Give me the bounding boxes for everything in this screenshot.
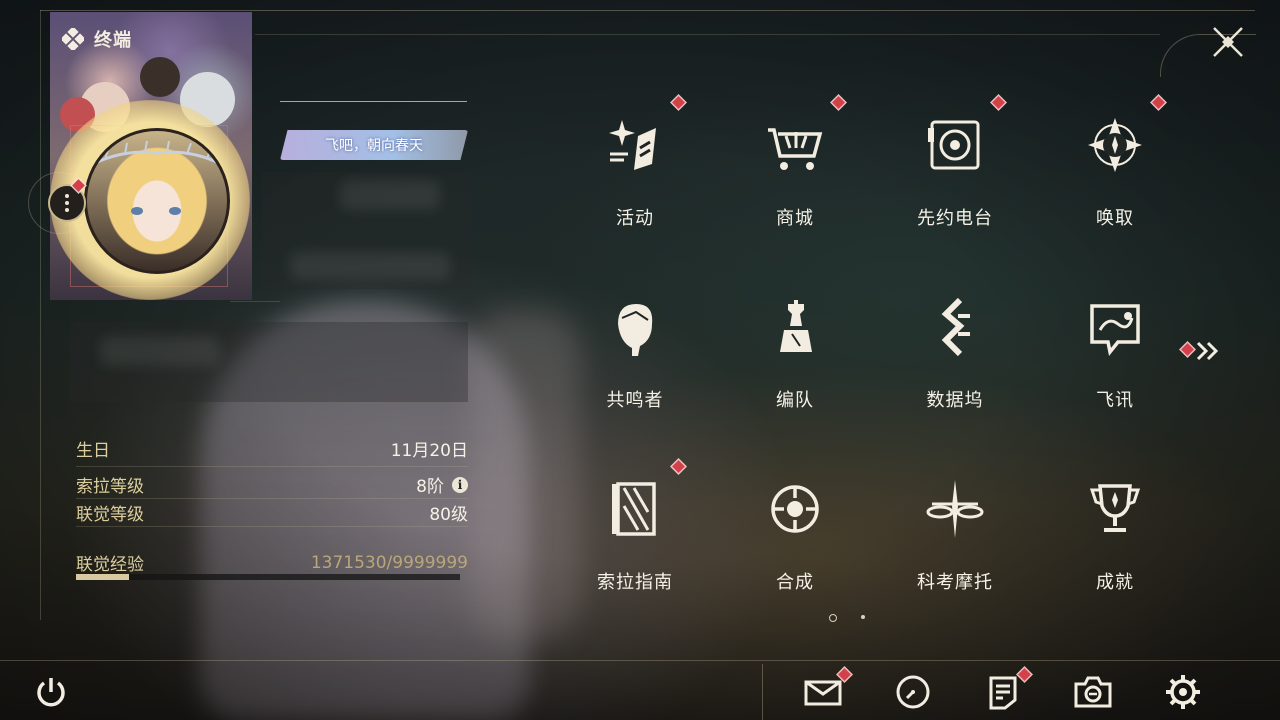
exp-progress-bar [76,574,460,580]
page-title: 终端 [94,30,132,51]
radio-speaker-icon [928,120,980,170]
exp-value: 1371530/9999999 [310,552,468,573]
menu-item-label: 索拉指南 [597,572,673,593]
menu-item-synthesis[interactable]: 合成 [715,464,875,604]
menu-item-shop[interactable]: 商城 [715,96,875,240]
menu-item-summon[interactable]: 唤取 [1035,96,1195,240]
menu-item-label: 数据坞 [926,390,984,411]
trophy-icon [1089,484,1141,532]
menu-item-resonators[interactable]: 共鸣者 [555,282,715,422]
menu-item-label: 合成 [776,572,814,593]
synthesis-orb-icon [771,485,819,533]
sola-level-row: 索拉等级 8阶 i [76,472,468,497]
exp-progress-fill [76,574,129,580]
close-x-icon[interactable] [1208,22,1248,62]
diamond-cluster-icon [62,28,84,50]
data-bank-icon [941,297,970,357]
menu-item-achievements[interactable]: 成就 [1035,464,1195,604]
mail-icon[interactable] [803,672,843,712]
signature-blurred-text [100,336,220,366]
camera-icon[interactable] [1073,672,1113,712]
info-icon[interactable]: i [452,476,468,493]
birthday-row: 生日 11月20日 [76,436,468,461]
chess-team-icon [780,300,812,352]
profile-divider [230,301,280,302]
stats-divider [76,526,468,527]
page-indicator-dot-active[interactable] [829,614,837,622]
profile-title-plate[interactable]: 飞吧，朝向春天 [280,130,468,160]
birthday-value: 11月20日 [390,441,468,461]
menu-item-label: 唤取 [1096,208,1134,229]
menu-item-data-bank[interactable]: 数据坞 [875,282,1035,422]
menu-item-label: 共鸣者 [606,390,664,411]
menu-item-events[interactable]: 活动 [555,96,715,240]
menu-item-label: 成就 [1096,572,1134,593]
menu-item-label: 飞讯 [1096,390,1134,411]
chat-message-icon [1090,304,1140,357]
avatar[interactable] [84,128,230,274]
sparkle-events-icon [609,120,656,170]
birthday-label: 生日 [76,441,110,461]
clock-icon[interactable] [893,672,933,712]
stats-divider [76,466,468,467]
title-plate-divider [280,101,467,102]
frame-top-line [40,10,1255,11]
uid-blurred-text [290,252,450,280]
power-icon[interactable] [33,674,69,710]
guide-book-icon [612,482,656,536]
thorn-crown-icon [95,141,219,165]
notice-icon[interactable] [983,672,1023,712]
menu-item-label: 编队 [776,390,814,411]
shopping-cart-icon [768,128,823,170]
gear-icon[interactable] [1163,672,1203,712]
nickname-blurred-text [340,180,440,210]
more-vertical-icon [65,194,69,198]
page-header: 终端 [62,26,132,52]
stats-divider [76,498,468,499]
menu-item-guide[interactable]: 索拉指南 [555,460,715,604]
menu-item-team[interactable]: 编队 [715,282,875,422]
page-indicator-dot[interactable] [861,615,865,619]
double-chevron-right-icon[interactable] [1196,340,1222,362]
menu-item-label: 科考摩托 [917,572,993,593]
sola-level-value: 8阶 [416,477,444,497]
union-level-value: 80级 [429,505,468,525]
frame-inner-line [255,34,1160,35]
menu-item-radio[interactable]: 先约电台 [875,96,1035,240]
menu-item-messages[interactable]: 飞讯 [1035,282,1195,422]
bottom-bar-line [0,660,1280,661]
exp-label: 联觉经验 [76,555,144,575]
union-level-row: 联觉等级 80级 [76,500,468,525]
union-level-label: 联觉等级 [76,505,144,525]
motorbike-icon [926,480,984,538]
character-head-icon [618,304,653,356]
menu-item-label: 商城 [776,208,814,229]
frame-left-line [40,10,41,620]
exp-row: 联觉经验 1371530/9999999 [76,550,468,576]
menu-item-label: 活动 [616,208,654,229]
compass-star-icon [1088,118,1142,172]
bottom-bar-separator [762,664,763,720]
sola-level-label: 索拉等级 [76,477,144,497]
menu-item-label: 先约电台 [917,208,993,229]
menu-item-motorbike[interactable]: 科考摩托 [875,464,1035,604]
